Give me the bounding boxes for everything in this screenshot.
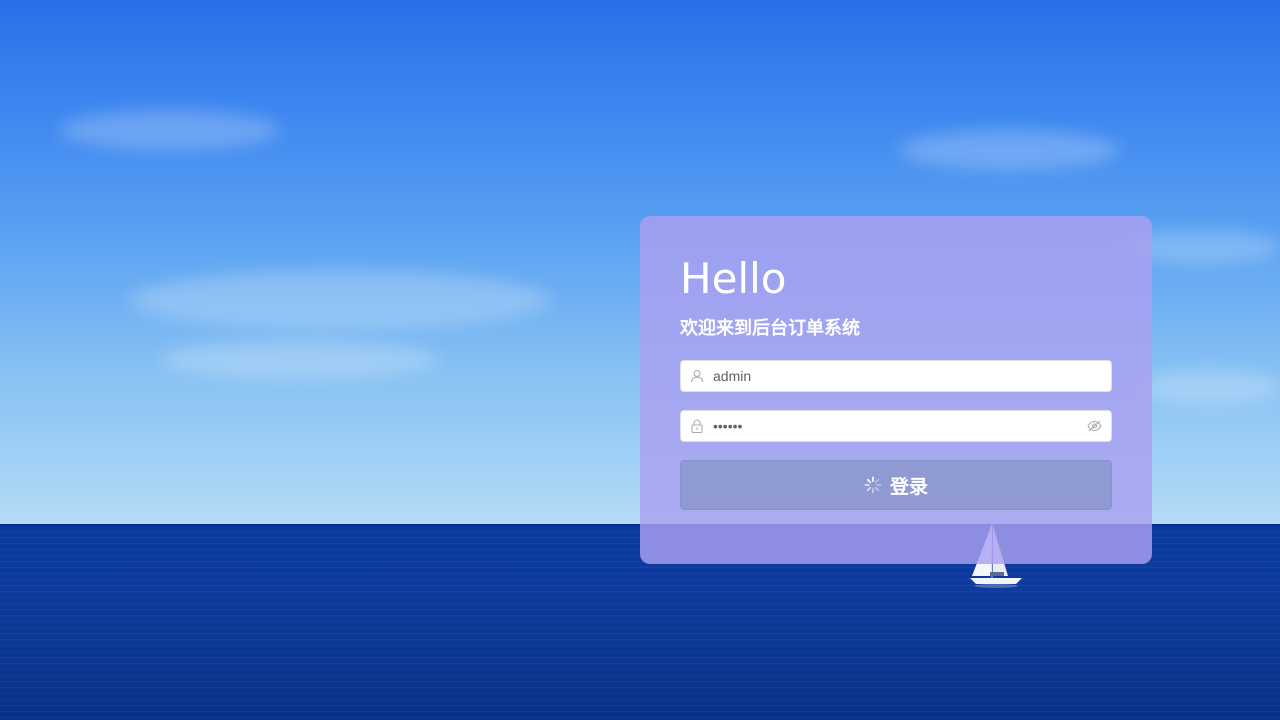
login-subtitle: 欢迎来到后台订单系统 xyxy=(680,318,860,339)
login-page: Hello 欢迎来到后台订单系统 admin •••••• 登录 xyxy=(0,0,1280,720)
password-field[interactable] xyxy=(680,410,1112,442)
background-cloud xyxy=(1140,370,1280,404)
lock-icon xyxy=(681,411,713,441)
eye-off-icon[interactable] xyxy=(1077,411,1111,441)
username-field[interactable] xyxy=(680,360,1112,392)
login-button[interactable]: 登录 xyxy=(680,460,1112,510)
user-icon xyxy=(681,361,713,391)
username-input[interactable] xyxy=(713,362,1111,390)
background-cloud xyxy=(160,340,440,380)
password-input[interactable] xyxy=(713,412,1077,440)
login-button-label: 登录 xyxy=(889,475,928,498)
background-cloud xyxy=(130,270,550,330)
loading-spinner-icon xyxy=(864,476,882,494)
background-cloud xyxy=(900,130,1120,170)
login-heading: Hello xyxy=(680,254,787,303)
background-cloud xyxy=(60,110,280,150)
login-card: Hello 欢迎来到后台订单系统 admin •••••• 登录 xyxy=(640,216,1152,564)
